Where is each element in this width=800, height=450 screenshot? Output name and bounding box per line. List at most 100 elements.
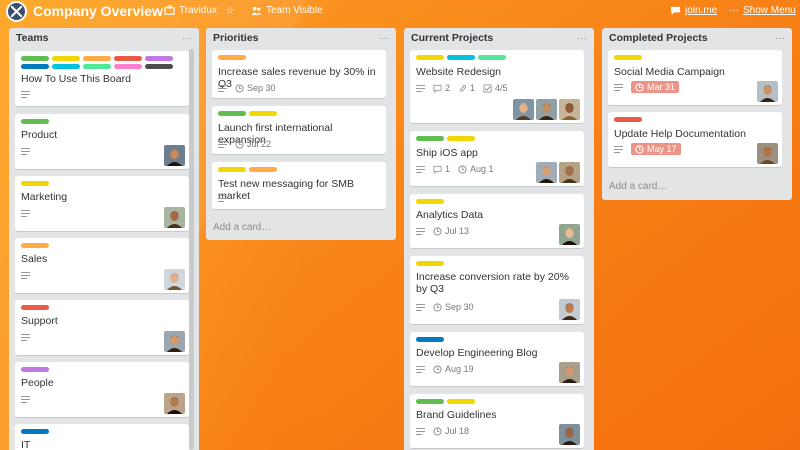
add-card-button[interactable]: Add a card… xyxy=(213,222,271,233)
card[interactable]: Increase conversion rate by 20% by Q3 Se… xyxy=(410,256,584,325)
due-date-badge: Jul 18 xyxy=(433,426,469,436)
member-avatar[interactable] xyxy=(757,143,778,164)
list-menu-icon[interactable]: ··· xyxy=(182,33,192,44)
card-label-orange xyxy=(83,56,111,61)
card[interactable]: Support xyxy=(15,300,189,356)
card[interactable]: Launch first international expansion Jul… xyxy=(212,106,386,155)
clock-icon xyxy=(635,82,644,92)
due-date-badge: Sep 30 xyxy=(235,83,276,93)
card-label-sky xyxy=(447,55,475,60)
add-card-button[interactable]: Add a card… xyxy=(609,181,667,192)
attachment-count: 1 xyxy=(470,83,476,93)
description-icon xyxy=(21,272,30,279)
clock-icon xyxy=(458,164,467,174)
list-title[interactable]: Completed Projects xyxy=(609,32,708,44)
description-icon xyxy=(416,365,425,373)
join-me-button[interactable]: join.me xyxy=(670,5,717,16)
org-name: Travidux xyxy=(179,5,217,16)
card-labels xyxy=(614,55,778,60)
member-avatar[interactable] xyxy=(513,99,534,120)
card[interactable]: Analytics Data Jul 13 xyxy=(410,194,584,249)
card-labels xyxy=(21,181,185,186)
list-title[interactable]: Priorities xyxy=(213,32,259,44)
card-title: Marketing xyxy=(21,191,68,203)
comment-icon xyxy=(433,84,442,93)
member-avatar[interactable] xyxy=(757,81,778,102)
card-label-pink xyxy=(114,64,142,69)
visibility-button[interactable]: Team Visible xyxy=(251,5,323,16)
board-title[interactable]: Company Overview xyxy=(33,3,163,19)
card[interactable]: Marketing xyxy=(15,176,189,232)
card-label-yellow xyxy=(416,261,444,266)
card-label-green xyxy=(416,136,444,141)
due-date-badge: Jul 22 xyxy=(235,139,271,149)
member-avatar[interactable] xyxy=(164,145,185,166)
visibility-label: Team Visible xyxy=(266,5,323,16)
card[interactable]: People xyxy=(15,362,189,418)
card-labels xyxy=(416,55,580,60)
clock-icon xyxy=(433,226,442,236)
list-menu-icon[interactable]: ··· xyxy=(775,33,785,44)
clock-icon xyxy=(635,144,644,154)
card-label-red xyxy=(114,56,142,61)
comments-badge: 2 xyxy=(433,83,450,93)
card-labels xyxy=(218,167,382,172)
card[interactable]: Product xyxy=(15,114,189,170)
list-title[interactable]: Teams xyxy=(16,32,49,44)
card-label-yellow xyxy=(416,199,444,204)
member-avatar[interactable] xyxy=(559,162,580,183)
comment-count: 1 xyxy=(445,164,451,174)
member-avatar[interactable] xyxy=(164,331,185,352)
list-menu-icon[interactable]: ··· xyxy=(577,33,587,44)
star-icon[interactable]: ☆ xyxy=(225,4,235,17)
due-date: Sep 30 xyxy=(445,302,474,312)
org-button[interactable]: Travidux xyxy=(164,5,217,16)
card-labels xyxy=(21,305,185,310)
card-title: Test new messaging for SMB market xyxy=(218,178,354,202)
card[interactable]: Test new messaging for SMB market xyxy=(212,162,386,210)
card[interactable]: IT xyxy=(15,424,189,450)
card-label-red xyxy=(21,305,49,310)
card[interactable]: Brand Guidelines Jul 18 xyxy=(410,394,584,449)
card-label-sky xyxy=(52,64,80,69)
member-avatar[interactable] xyxy=(536,162,557,183)
card[interactable]: Develop Engineering Blog Aug 19 xyxy=(410,332,584,387)
member-avatar[interactable] xyxy=(559,424,580,445)
card-labels xyxy=(416,136,580,141)
card[interactable]: Sales xyxy=(15,238,189,294)
card[interactable]: Increase sales revenue by 30% in Q3 Sep … xyxy=(212,50,386,99)
member-avatar[interactable] xyxy=(559,99,580,120)
org-icon xyxy=(164,5,175,15)
card-labels xyxy=(218,55,382,60)
member-avatar[interactable] xyxy=(536,99,557,120)
card-label-green xyxy=(218,111,246,116)
card-label-black xyxy=(145,64,173,69)
chat-icon xyxy=(670,6,681,15)
description-icon xyxy=(21,210,30,217)
member-avatar[interactable] xyxy=(164,393,185,414)
clock-icon xyxy=(235,139,244,149)
card[interactable]: How To Use This Board xyxy=(15,51,189,107)
card[interactable]: Update Help Documentation May 17 xyxy=(608,112,782,168)
overdue-date-badge: Mar 31 xyxy=(631,81,680,93)
card-label-purple xyxy=(21,367,49,372)
card[interactable]: Ship iOS app 1 Aug 1 xyxy=(410,131,584,187)
card[interactable]: Social Media Campaign Mar 31 xyxy=(608,50,782,106)
card-labels xyxy=(21,367,185,372)
description-icon xyxy=(21,91,30,98)
show-menu-label: Show Menu xyxy=(743,5,796,16)
list-menu-icon[interactable]: ··· xyxy=(379,33,389,44)
card-title: Update Help Documentation xyxy=(614,128,746,140)
list-scrollbar[interactable] xyxy=(189,49,194,450)
member-avatar[interactable] xyxy=(164,207,185,228)
member-avatar[interactable] xyxy=(559,224,580,245)
show-menu-button[interactable]: ··· Show Menu xyxy=(729,5,796,16)
member-avatar[interactable] xyxy=(164,269,185,290)
list-title[interactable]: Current Projects xyxy=(411,32,493,44)
due-date: May 17 xyxy=(647,144,677,154)
card[interactable]: Website Redesign 2 1 4/5 xyxy=(410,50,584,124)
board-logo-icon[interactable] xyxy=(6,1,27,22)
card-title: Develop Engineering Blog xyxy=(416,347,538,359)
member-avatar[interactable] xyxy=(559,299,580,320)
member-avatar[interactable] xyxy=(559,362,580,383)
